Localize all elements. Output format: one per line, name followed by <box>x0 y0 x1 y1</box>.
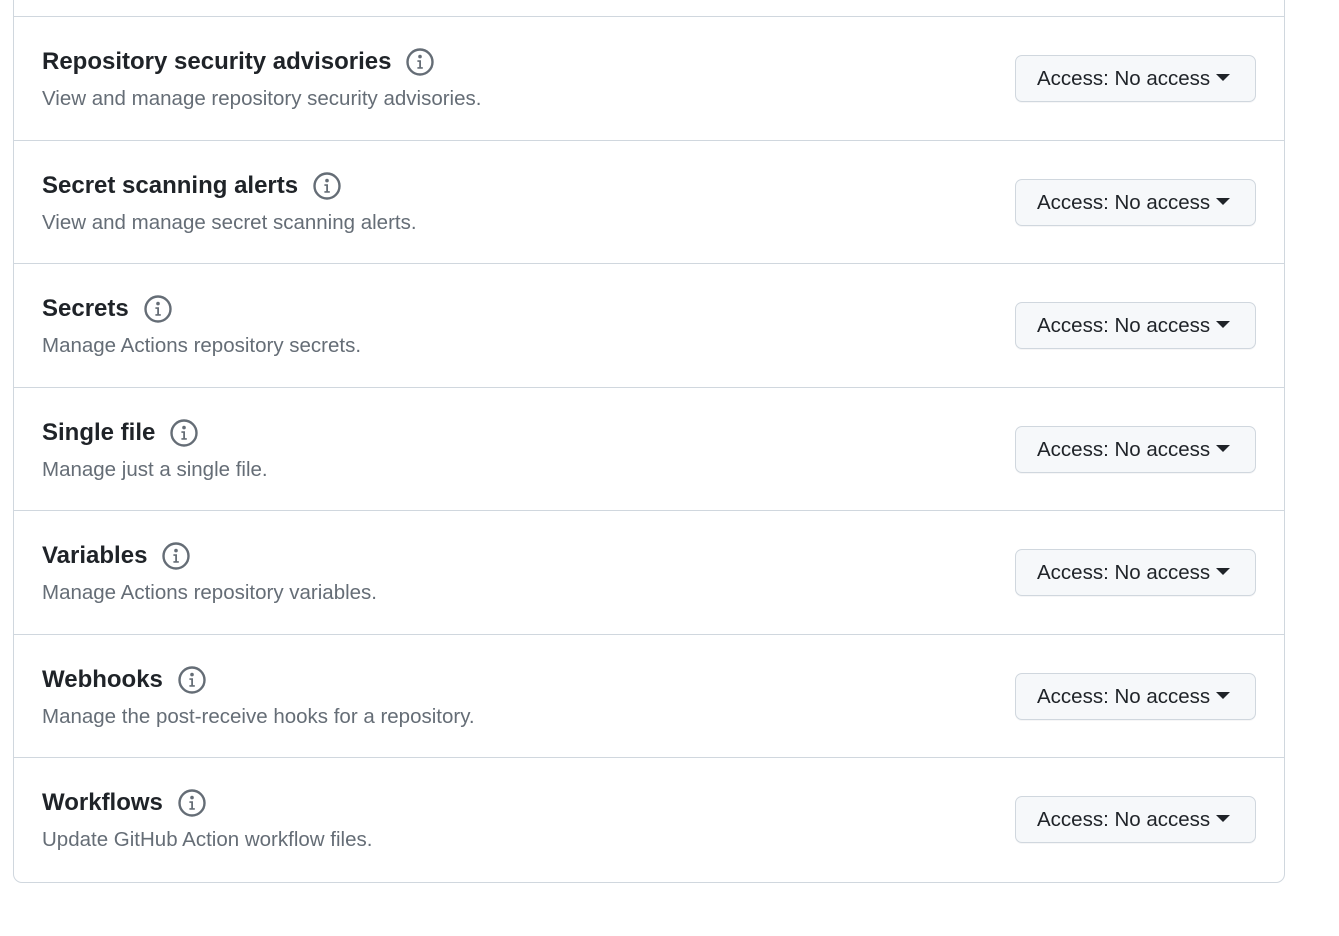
info-icon[interactable] <box>405 47 435 77</box>
permission-description: View and manage secret scanning alerts. <box>42 211 417 234</box>
permission-title: Variables <box>42 542 148 569</box>
permission-row-workflows: Workflows Update GitHub Action workflow … <box>14 757 1284 880</box>
permission-title-group: Webhooks <box>42 664 207 696</box>
permission-title: Secret scanning alerts <box>42 172 299 199</box>
info-icon[interactable] <box>143 294 173 324</box>
permission-row-secret-scanning-alerts: Secret scanning alerts View and manage s… <box>14 140 1284 263</box>
caret-down-icon <box>1216 815 1231 822</box>
info-icon[interactable] <box>169 418 199 448</box>
access-dropdown-button[interactable]: Access: No access <box>1015 549 1256 596</box>
permission-title-group: Variables <box>42 540 191 572</box>
info-icon[interactable] <box>177 665 207 695</box>
caret-down-icon <box>1216 321 1231 328</box>
caret-down-icon <box>1216 198 1231 205</box>
permission-row-secrets: Secrets Manage Actions repository secret… <box>14 263 1284 386</box>
access-dropdown-button[interactable]: Access: No access <box>1015 55 1256 102</box>
access-dropdown-label: Access: No access <box>1037 190 1211 214</box>
access-dropdown-button[interactable]: Access: No access <box>1015 796 1256 843</box>
permission-title: Webhooks <box>42 666 163 693</box>
permission-row-variables: Variables Manage Actions repository vari… <box>14 510 1284 633</box>
access-dropdown-button[interactable]: Access: No access <box>1015 179 1256 226</box>
access-dropdown-label: Access: No access <box>1037 560 1211 584</box>
caret-down-icon <box>1216 568 1231 575</box>
permission-row-single-file: Single file Manage just a single file. A… <box>14 387 1284 510</box>
permission-description: Update GitHub Action workflow files. <box>42 828 373 851</box>
access-dropdown-button[interactable]: Access: No access <box>1015 302 1256 349</box>
permissions-panel: Repository security advisories View and … <box>13 0 1285 883</box>
permission-title-group: Repository security advisories <box>42 46 435 78</box>
info-icon[interactable] <box>177 788 207 818</box>
access-dropdown-label: Access: No access <box>1037 684 1211 708</box>
permission-title: Repository security advisories <box>42 48 392 75</box>
info-icon[interactable] <box>161 541 191 571</box>
permission-description: Manage the post-receive hooks for a repo… <box>42 705 475 728</box>
permission-row-webhooks: Webhooks Manage the post-receive hooks f… <box>14 634 1284 757</box>
access-dropdown-label: Access: No access <box>1037 66 1211 90</box>
access-dropdown-label: Access: No access <box>1037 313 1211 337</box>
access-dropdown-label: Access: No access <box>1037 437 1211 461</box>
access-dropdown-label: Access: No access <box>1037 807 1211 831</box>
permission-title: Single file <box>42 419 156 446</box>
permission-description: Manage just a single file. <box>42 458 268 481</box>
permission-title-group: Single file <box>42 417 199 449</box>
permission-row-repository-security-advisories: Repository security advisories View and … <box>14 16 1284 139</box>
info-icon[interactable] <box>312 171 342 201</box>
permission-title-group: Workflows <box>42 787 207 819</box>
access-dropdown-button[interactable]: Access: No access <box>1015 673 1256 720</box>
permission-title: Workflows <box>42 789 163 816</box>
permission-title: Secrets <box>42 295 129 322</box>
permission-title-group: Secrets <box>42 293 173 325</box>
access-dropdown-button[interactable]: Access: No access <box>1015 426 1256 473</box>
caret-down-icon <box>1216 445 1231 452</box>
permission-description: Manage Actions repository secrets. <box>42 334 362 357</box>
caret-down-icon <box>1216 74 1231 81</box>
permission-title-group: Secret scanning alerts <box>42 170 342 202</box>
permission-description: View and manage repository security advi… <box>42 87 482 110</box>
permission-description: Manage Actions repository variables. <box>42 581 378 604</box>
caret-down-icon <box>1216 692 1231 699</box>
